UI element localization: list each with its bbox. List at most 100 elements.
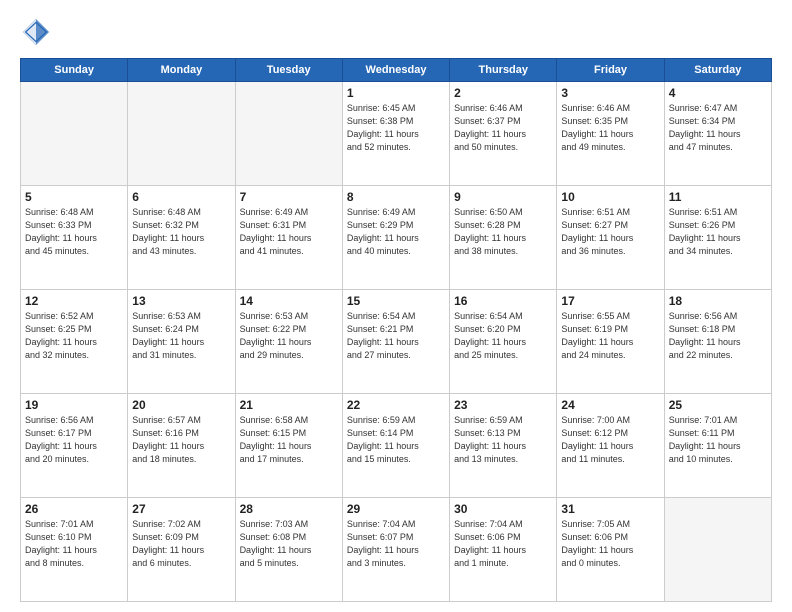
page: SundayMondayTuesdayWednesdayThursdayFrid… [0, 0, 792, 612]
day-number: 7 [240, 190, 338, 204]
calendar-day-header: Friday [557, 59, 664, 82]
day-number: 9 [454, 190, 552, 204]
calendar-cell: 29 Sunrise: 7:04 AM Sunset: 6:07 PM Dayli… [342, 498, 449, 602]
day-info: Sunrise: 6:47 AM Sunset: 6:34 PM Dayligh… [669, 102, 767, 154]
day-number: 17 [561, 294, 659, 308]
calendar-cell: 22 Sunrise: 6:59 AM Sunset: 6:14 PM Dayli… [342, 394, 449, 498]
day-number: 14 [240, 294, 338, 308]
calendar-cell: 12Sunrise: 6:52 AM Sunset: 6:25 PM Dayli… [21, 290, 128, 394]
day-info: Sunrise: 6:53 AM Sunset: 6:22 PM Dayligh… [240, 310, 338, 362]
calendar-cell: 23 Sunrise: 6:59 AM Sunset: 6:13 PM Dayli… [450, 394, 557, 498]
day-number: 18 [669, 294, 767, 308]
day-number: 13 [132, 294, 230, 308]
calendar-cell: 7 Sunrise: 6:49 AM Sunset: 6:31 PM Daylig… [235, 186, 342, 290]
day-info: Sunrise: 6:50 AM Sunset: 6:28 PM Dayligh… [454, 206, 552, 258]
calendar-cell: 25 Sunrise: 7:01 AM Sunset: 6:11 PM Dayli… [664, 394, 771, 498]
day-number: 15 [347, 294, 445, 308]
day-info: Sunrise: 6:58 AM Sunset: 6:15 PM Dayligh… [240, 414, 338, 466]
calendar-day-header: Tuesday [235, 59, 342, 82]
calendar-cell: 26 Sunrise: 7:01 AM Sunset: 6:10 PM Dayli… [21, 498, 128, 602]
day-number: 25 [669, 398, 767, 412]
day-number: 19 [25, 398, 123, 412]
calendar-cell: 1 Sunrise: 6:45 AM Sunset: 6:38 PM Daylig… [342, 82, 449, 186]
day-number: 6 [132, 190, 230, 204]
day-info: Sunrise: 6:51 AM Sunset: 6:27 PM Dayligh… [561, 206, 659, 258]
day-info: Sunrise: 6:51 AM Sunset: 6:26 PM Dayligh… [669, 206, 767, 258]
calendar-cell: 21 Sunrise: 6:58 AM Sunset: 6:15 PM Dayli… [235, 394, 342, 498]
day-number: 26 [25, 502, 123, 516]
day-number: 8 [347, 190, 445, 204]
calendar-cell: 14 Sunrise: 6:53 AM Sunset: 6:22 PM Dayli… [235, 290, 342, 394]
calendar-cell: 11 Sunrise: 6:51 AM Sunset: 6:26 PM Dayli… [664, 186, 771, 290]
day-info: Sunrise: 6:59 AM Sunset: 6:14 PM Dayligh… [347, 414, 445, 466]
calendar-header-row: SundayMondayTuesdayWednesdayThursdayFrid… [21, 59, 772, 82]
day-info: Sunrise: 7:00 AM Sunset: 6:12 PM Dayligh… [561, 414, 659, 466]
calendar-cell: 16Sunrise: 6:54 AM Sunset: 6:20 PM Dayli… [450, 290, 557, 394]
calendar-cell: 8 Sunrise: 6:49 AM Sunset: 6:29 PM Daylig… [342, 186, 449, 290]
day-info: Sunrise: 6:46 AM Sunset: 6:35 PM Dayligh… [561, 102, 659, 154]
day-info: Sunrise: 7:05 AM Sunset: 6:06 PM Dayligh… [561, 518, 659, 570]
calendar-week-row: 26 Sunrise: 7:01 AM Sunset: 6:10 PM Dayli… [21, 498, 772, 602]
day-info: Sunrise: 6:54 AM Sunset: 6:20 PM Dayligh… [454, 310, 552, 362]
day-number: 31 [561, 502, 659, 516]
day-info: Sunrise: 6:49 AM Sunset: 6:31 PM Dayligh… [240, 206, 338, 258]
day-info: Sunrise: 6:57 AM Sunset: 6:16 PM Dayligh… [132, 414, 230, 466]
day-number: 30 [454, 502, 552, 516]
calendar-week-row: 1 Sunrise: 6:45 AM Sunset: 6:38 PM Daylig… [21, 82, 772, 186]
day-info: Sunrise: 7:02 AM Sunset: 6:09 PM Dayligh… [132, 518, 230, 570]
calendar-cell: 4 Sunrise: 6:47 AM Sunset: 6:34 PM Daylig… [664, 82, 771, 186]
day-number: 29 [347, 502, 445, 516]
calendar-day-header: Wednesday [342, 59, 449, 82]
day-number: 21 [240, 398, 338, 412]
day-info: Sunrise: 7:03 AM Sunset: 6:08 PM Dayligh… [240, 518, 338, 570]
calendar-day-header: Monday [128, 59, 235, 82]
day-number: 3 [561, 86, 659, 100]
day-info: Sunrise: 7:01 AM Sunset: 6:10 PM Dayligh… [25, 518, 123, 570]
calendar-cell [235, 82, 342, 186]
day-info: Sunrise: 6:45 AM Sunset: 6:38 PM Dayligh… [347, 102, 445, 154]
day-number: 22 [347, 398, 445, 412]
calendar-cell: 20 Sunrise: 6:57 AM Sunset: 6:16 PM Dayli… [128, 394, 235, 498]
calendar-cell: 18 Sunrise: 6:56 AM Sunset: 6:18 PM Dayli… [664, 290, 771, 394]
day-info: Sunrise: 7:04 AM Sunset: 6:07 PM Dayligh… [347, 518, 445, 570]
day-info: Sunrise: 6:56 AM Sunset: 6:18 PM Dayligh… [669, 310, 767, 362]
day-info: Sunrise: 6:46 AM Sunset: 6:37 PM Dayligh… [454, 102, 552, 154]
day-info: Sunrise: 6:53 AM Sunset: 6:24 PM Dayligh… [132, 310, 230, 362]
day-number: 27 [132, 502, 230, 516]
calendar-cell: 31 Sunrise: 7:05 AM Sunset: 6:06 PM Dayli… [557, 498, 664, 602]
day-info: Sunrise: 7:01 AM Sunset: 6:11 PM Dayligh… [669, 414, 767, 466]
calendar-week-row: 19 Sunrise: 6:56 AM Sunset: 6:17 PM Dayli… [21, 394, 772, 498]
day-number: 12 [25, 294, 123, 308]
day-info: Sunrise: 6:56 AM Sunset: 6:17 PM Dayligh… [25, 414, 123, 466]
day-number: 2 [454, 86, 552, 100]
calendar-cell: 10 Sunrise: 6:51 AM Sunset: 6:27 PM Dayli… [557, 186, 664, 290]
day-number: 4 [669, 86, 767, 100]
day-number: 11 [669, 190, 767, 204]
calendar-cell: 5 Sunrise: 6:48 AM Sunset: 6:33 PM Daylig… [21, 186, 128, 290]
day-number: 1 [347, 86, 445, 100]
calendar-cell: 30Sunrise: 7:04 AM Sunset: 6:06 PM Dayli… [450, 498, 557, 602]
day-number: 23 [454, 398, 552, 412]
calendar-cell: 28 Sunrise: 7:03 AM Sunset: 6:08 PM Dayli… [235, 498, 342, 602]
calendar-cell: 6Sunrise: 6:48 AM Sunset: 6:32 PM Daylig… [128, 186, 235, 290]
day-number: 20 [132, 398, 230, 412]
calendar-table: SundayMondayTuesdayWednesdayThursdayFrid… [20, 58, 772, 602]
day-info: Sunrise: 6:48 AM Sunset: 6:33 PM Dayligh… [25, 206, 123, 258]
calendar-cell [664, 498, 771, 602]
header [20, 16, 772, 48]
day-info: Sunrise: 6:49 AM Sunset: 6:29 PM Dayligh… [347, 206, 445, 258]
calendar-week-row: 5 Sunrise: 6:48 AM Sunset: 6:33 PM Daylig… [21, 186, 772, 290]
day-info: Sunrise: 6:55 AM Sunset: 6:19 PM Dayligh… [561, 310, 659, 362]
calendar-cell: 17 Sunrise: 6:55 AM Sunset: 6:19 PM Dayli… [557, 290, 664, 394]
day-number: 24 [561, 398, 659, 412]
calendar-cell: 9 Sunrise: 6:50 AM Sunset: 6:28 PM Daylig… [450, 186, 557, 290]
calendar-cell: 3 Sunrise: 6:46 AM Sunset: 6:35 PM Daylig… [557, 82, 664, 186]
calendar-cell: 27 Sunrise: 7:02 AM Sunset: 6:09 PM Dayli… [128, 498, 235, 602]
calendar-cell: 2 Sunrise: 6:46 AM Sunset: 6:37 PM Daylig… [450, 82, 557, 186]
day-number: 28 [240, 502, 338, 516]
day-number: 5 [25, 190, 123, 204]
day-info: Sunrise: 6:59 AM Sunset: 6:13 PM Dayligh… [454, 414, 552, 466]
calendar-cell: 15Sunrise: 6:54 AM Sunset: 6:21 PM Dayli… [342, 290, 449, 394]
day-number: 10 [561, 190, 659, 204]
calendar-cell: 19 Sunrise: 6:56 AM Sunset: 6:17 PM Dayli… [21, 394, 128, 498]
